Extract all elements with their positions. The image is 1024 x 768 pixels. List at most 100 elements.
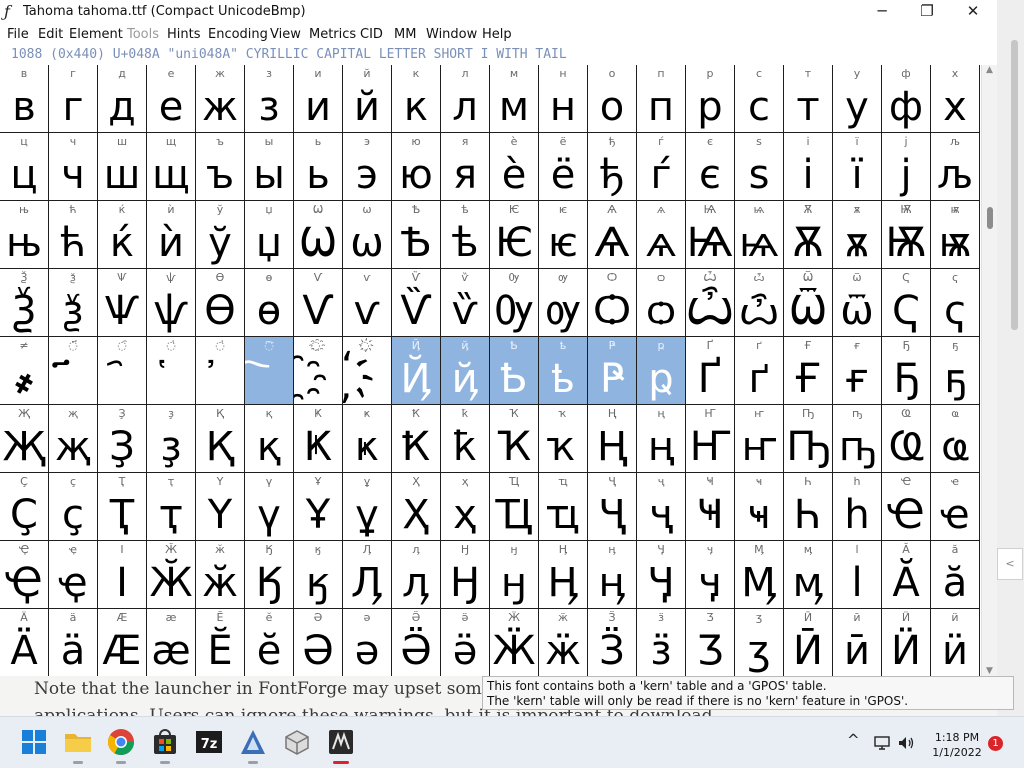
glyph-cell[interactable]: ӑӑ bbox=[931, 541, 980, 609]
menu-view[interactable]: View bbox=[270, 27, 301, 42]
glyph-cell[interactable]: ққ bbox=[245, 405, 294, 473]
menu-window[interactable]: Window bbox=[426, 27, 477, 42]
glyph-cell[interactable]: ӇӇ bbox=[441, 541, 490, 609]
glyph-cell[interactable]: лл bbox=[441, 65, 490, 133]
glyph-cell[interactable]: ҶҶ bbox=[588, 473, 637, 541]
glyph-cell[interactable]: ѧѧ bbox=[637, 201, 686, 269]
glyph-cell[interactable]: ҮҮ bbox=[196, 473, 245, 541]
glyph-cell[interactable]: ѰѰ bbox=[98, 269, 147, 337]
glyph-cell[interactable]: ћћ bbox=[49, 201, 98, 269]
glyph-cell[interactable]: мм bbox=[490, 65, 539, 133]
glyph-cell[interactable]: ӛӛ bbox=[441, 609, 490, 676]
glyph-cell[interactable]: тт bbox=[784, 65, 833, 133]
close-button[interactable]: ✕ bbox=[950, 0, 996, 24]
glyph-cell[interactable]: нн bbox=[539, 65, 588, 133]
glyph-cell[interactable]: ѨѨ bbox=[686, 201, 735, 269]
glyph-cell[interactable]: ҷҷ bbox=[637, 473, 686, 541]
glyph-cell[interactable]: ҠҠ bbox=[490, 405, 539, 473]
glyph-cell[interactable]: ии bbox=[294, 65, 343, 133]
volume-icon[interactable] bbox=[897, 734, 915, 752]
glyph-cell[interactable]: һһ bbox=[833, 473, 882, 541]
glyph-cell[interactable]: ѕѕ bbox=[735, 133, 784, 201]
glyph-cell[interactable]: ѩѩ bbox=[735, 201, 784, 269]
glyph-cell[interactable]: ӅӅ bbox=[343, 541, 392, 609]
microsoft-store-icon[interactable] bbox=[150, 727, 180, 757]
glyph-cell[interactable]: ӊӊ bbox=[588, 541, 637, 609]
scroll-down-arrow-icon[interactable]: ▼ bbox=[982, 666, 997, 676]
glyph-cell[interactable]: ңң bbox=[637, 405, 686, 473]
glyph-cell[interactable]: ѪѪ bbox=[784, 201, 833, 269]
glyph-cell[interactable]: ҲҲ bbox=[392, 473, 441, 541]
glyph-cell[interactable]: ҏҏ bbox=[637, 337, 686, 405]
glyph-cell[interactable]: ӋӋ bbox=[637, 541, 686, 609]
glyph-cell[interactable]: ҨҨ bbox=[882, 405, 931, 473]
glyph-cell[interactable]: ӎӎ bbox=[784, 541, 833, 609]
glyph-cell[interactable]: ҳҳ bbox=[441, 473, 490, 541]
file-explorer-icon[interactable] bbox=[63, 727, 93, 757]
glyph-cell[interactable]: хх bbox=[931, 65, 980, 133]
glyph-cell[interactable]: њњ bbox=[0, 201, 49, 269]
glyph-cell[interactable]: ӀӀ bbox=[98, 541, 147, 609]
glyph-cell[interactable]: ѡѡ bbox=[343, 201, 392, 269]
glyph-cell[interactable]: ҿҿ bbox=[49, 541, 98, 609]
glyph-cell[interactable]: ӡӡ bbox=[735, 609, 784, 676]
7zip-icon[interactable]: 7z bbox=[194, 727, 224, 757]
glyph-cell[interactable]: цц bbox=[0, 133, 49, 201]
glyph-cell[interactable]: чч bbox=[49, 133, 98, 201]
glyph-cell[interactable]: ӁӁ bbox=[147, 541, 196, 609]
glyph-cell[interactable]: ҽҽ bbox=[931, 473, 980, 541]
glyph-cell[interactable]: ӢӢ bbox=[784, 609, 833, 676]
glyph-cell[interactable]: ӜӜ bbox=[490, 609, 539, 676]
glyph-cell[interactable]: ◌҄҄ bbox=[98, 337, 147, 405]
glyph-cell[interactable]: ◌҇҇ bbox=[245, 337, 294, 405]
glyph-cell[interactable]: ёё bbox=[539, 133, 588, 201]
glyph-cell[interactable]: ҌҌ bbox=[490, 337, 539, 405]
glyph-cell[interactable]: ҔҔ bbox=[882, 337, 931, 405]
menu-encoding[interactable]: Encoding bbox=[208, 27, 268, 42]
glyph-cell[interactable]: ҕҕ bbox=[931, 337, 980, 405]
glyph-cell[interactable]: ӄӄ bbox=[294, 541, 343, 609]
glyph-cell[interactable]: ѱѱ bbox=[147, 269, 196, 337]
glyph-cell[interactable]: ӤӤ bbox=[882, 609, 931, 676]
menu-mm[interactable]: MM bbox=[394, 27, 416, 42]
glyph-cell[interactable]: кк bbox=[392, 65, 441, 133]
glyph-cell[interactable]: ӍӍ bbox=[735, 541, 784, 609]
glyph-cell[interactable]: жж bbox=[196, 65, 245, 133]
glyph-cell[interactable]: ӟӟ bbox=[637, 609, 686, 676]
glyph-cell[interactable]: ѝѝ bbox=[147, 201, 196, 269]
glyph-cell[interactable]: ҎҎ bbox=[588, 337, 637, 405]
menu-hints[interactable]: Hints bbox=[167, 27, 201, 42]
glyph-cell[interactable]: ѸѸ bbox=[490, 269, 539, 337]
side-collapse-button[interactable]: < bbox=[997, 548, 1023, 580]
glyph-cell[interactable]: шш bbox=[98, 133, 147, 201]
tray-chevron-icon[interactable]: ^ bbox=[847, 731, 860, 749]
glyph-cell[interactable]: ӕӕ bbox=[147, 609, 196, 676]
menu-cid[interactable]: CID bbox=[360, 27, 383, 42]
glyph-cell[interactable]: дд bbox=[98, 65, 147, 133]
glyph-cell[interactable]: ҀҀ bbox=[882, 269, 931, 337]
fontforge-icon[interactable] bbox=[238, 727, 268, 757]
glyph-cell[interactable]: јј bbox=[882, 133, 931, 201]
glyph-cell[interactable]: яя bbox=[441, 133, 490, 201]
glyph-cell[interactable]: ѫѫ bbox=[833, 201, 882, 269]
glyph-cell[interactable]: ѷѷ bbox=[441, 269, 490, 337]
glyph-cell[interactable]: ҼҼ bbox=[882, 473, 931, 541]
glyph-cell[interactable]: ѶѶ bbox=[392, 269, 441, 337]
glyph-cell[interactable]: ӔӔ bbox=[98, 609, 147, 676]
glyph-cell[interactable]: ҹҹ bbox=[735, 473, 784, 541]
menu-tools[interactable]: Tools bbox=[127, 27, 159, 42]
glyph-cell[interactable]: ҫҫ bbox=[49, 473, 98, 541]
tray-clock[interactable]: 1:18 PM 1/1/2022 bbox=[926, 730, 988, 760]
glyph-cell[interactable]: ѓѓ bbox=[637, 133, 686, 201]
glyph-cell[interactable]: ҦҦ bbox=[784, 405, 833, 473]
glyph-cell[interactable]: ӘӘ bbox=[294, 609, 343, 676]
glyph-cell[interactable]: ӏӏ bbox=[833, 541, 882, 609]
glyph-cell[interactable]: гг bbox=[49, 65, 98, 133]
glyph-grid-scrollbar[interactable]: ▲ ▼ bbox=[981, 65, 997, 676]
glyph-cell[interactable]: ѿѿ bbox=[833, 269, 882, 337]
glyph-cell[interactable]: ҐҐ bbox=[686, 337, 735, 405]
glyph-cell[interactable]: ѲѲ bbox=[196, 269, 245, 337]
glyph-cell[interactable]: ҊҊ bbox=[392, 337, 441, 405]
glyph-cell[interactable]: ҜҜ bbox=[294, 405, 343, 473]
background-window-scrollbar[interactable]: < bbox=[997, 0, 1024, 716]
